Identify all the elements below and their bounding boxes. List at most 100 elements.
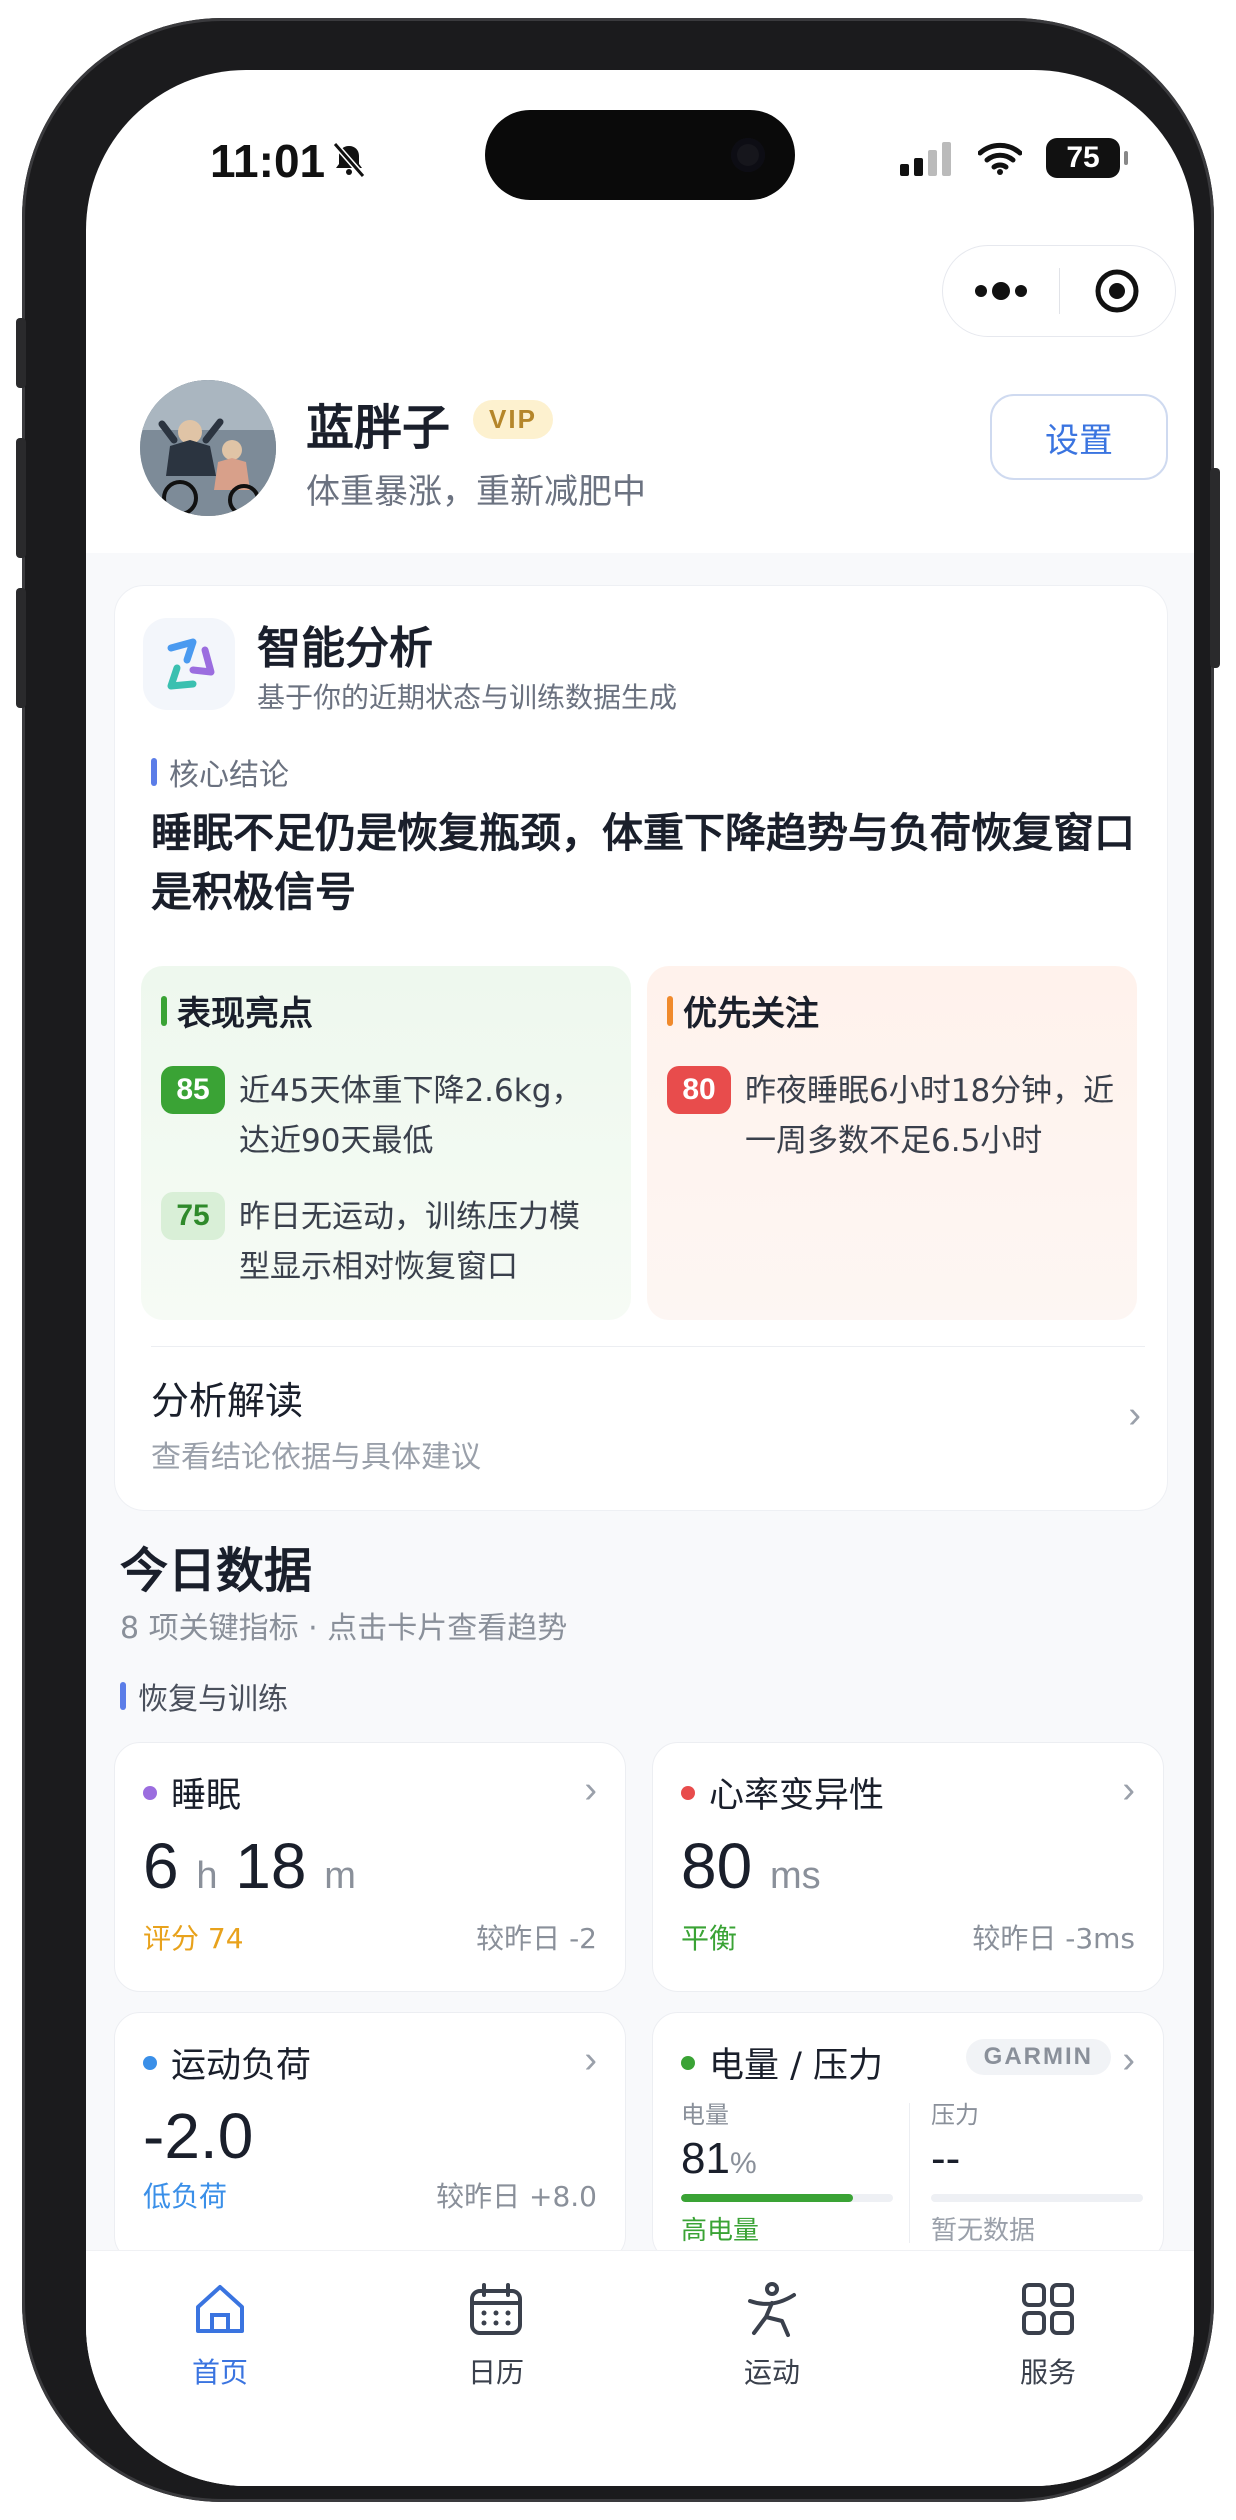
stress-bar <box>931 2194 1143 2202</box>
tab-exercise-label: 运动 <box>743 2356 800 2389</box>
score-badge: 85 <box>161 1066 225 1114</box>
highlights-accent-bar <box>161 995 167 1026</box>
focus-panel: 优先关注 80 昨夜睡眠6小时18分钟，近一周多数不足6.5小时 <box>647 966 1137 1320</box>
exercise-icon <box>748 2282 796 2337</box>
highlights-title: 表现亮点 <box>161 986 313 1035</box>
battery-indicator: 75 <box>1046 138 1128 178</box>
settings-button[interactable]: 设置 <box>990 394 1168 480</box>
chevron-right-icon: › <box>584 1769 597 1811</box>
group-label-text: 恢复与训练 <box>138 1682 288 1717</box>
hrv-title: 心率变异性 <box>681 1767 884 1818</box>
phone-frame: 11:01 75 蓝胖子 VIP 体重暴涨，重新减肥中 设置 智能分析 基于你的… <box>16 18 1220 2502</box>
more-dots-icon <box>974 282 1027 300</box>
wifi-icon <box>978 142 1022 175</box>
avatar-photo-icon <box>140 380 276 516</box>
tab-home-label: 首页 <box>191 2356 248 2389</box>
garmin-badge: GARMIN <box>965 2039 1111 2075</box>
focus-item: 80 昨夜睡眠6小时18分钟，近一周多数不足6.5小时 <box>667 1066 1115 1166</box>
load-value: -2.0 <box>143 2100 254 2172</box>
close-miniprogram-button[interactable] <box>1060 267 1176 315</box>
tab-services[interactable]: 服务 <box>978 2279 1118 2391</box>
card-divider <box>151 1346 1145 1347</box>
load-dot <box>143 2055 157 2070</box>
focus-accent-bar <box>667 995 673 1026</box>
hrv-value: 80 ms <box>681 1829 821 1903</box>
sleep-title: 睡眠 <box>143 1767 241 1818</box>
calendar-icon <box>470 2283 522 2335</box>
tab-calendar-label: 日历 <box>467 2356 524 2389</box>
vip-badge: VIP <box>473 400 553 439</box>
more-button[interactable] <box>943 281 1059 301</box>
interpretation-title: 分析解读 <box>151 1379 304 1423</box>
energy-stress-card[interactable]: 电量 / 压力 GARMIN › 电量 81% 高电量 压力 -- 暂无数据 <box>652 2012 1164 2262</box>
energy-title-text: 电量 / 压力 <box>709 2046 884 2086</box>
ai-title: 智能分析 <box>257 623 433 674</box>
bell-muted-icon <box>332 142 366 178</box>
sleep-value: 6 h 18 m <box>143 1829 356 1903</box>
load-compare: 较昨日 +8.0 <box>436 2180 597 2213</box>
screen: 11:01 75 蓝胖子 VIP 体重暴涨，重新减肥中 设置 智能分析 基于你的… <box>86 70 1194 2486</box>
tab-home[interactable]: 首页 <box>150 2279 290 2391</box>
sleep-compare: 较昨日 -2 <box>476 1922 597 1955</box>
today-title: 今日数据 <box>120 1543 313 1599</box>
tab-calendar[interactable]: 日历 <box>426 2279 566 2391</box>
miniprogram-capsule <box>942 245 1176 337</box>
target-close-icon <box>1095 269 1139 313</box>
ai-subtitle: 基于你的近期状态与训练数据生成 <box>257 681 678 714</box>
tab-bar: 首页 日历 运动 服务 <box>86 2250 1194 2486</box>
hrv-unit: ms <box>769 1855 821 1897</box>
signal-icon <box>900 142 951 176</box>
battery-unit: % <box>729 2147 757 2180</box>
score-badge: 75 <box>161 1192 225 1240</box>
profile-header: 蓝胖子 VIP 体重暴涨，重新减肥中 设置 <box>140 380 1168 520</box>
chevron-right-icon: › <box>1122 1769 1135 1811</box>
highlight-text: 近45天体重下降2.6kg，达近90天最低 <box>239 1073 583 1160</box>
sleep-minutes-unit: m <box>324 1855 356 1897</box>
profile-name: 蓝胖子 <box>306 400 451 456</box>
sleep-score: 评分 74 <box>143 1922 244 1955</box>
sleep-title-text: 睡眠 <box>171 1776 242 1816</box>
tab-exercise[interactable]: 运动 <box>702 2279 842 2391</box>
core-conclusion: 睡眠不足仍是恢复瓶颈，体重下降趋势与负荷恢复窗口是积极信号 <box>151 809 1135 917</box>
hrv-dot <box>681 1785 695 1800</box>
stress-status: 暂无数据 <box>931 2216 1036 2246</box>
load-card[interactable]: 运动负荷 › -2.0 低负荷 较昨日 +8.0 <box>114 2012 626 2262</box>
stress-column: 压力 -- 暂无数据 <box>931 2095 1143 2247</box>
battery-status: 高电量 <box>681 2216 760 2246</box>
highlights-title-text: 表现亮点 <box>177 994 313 1034</box>
battery-number: 81 <box>681 2134 730 2183</box>
hrv-title-text: 心率变异性 <box>709 1776 885 1816</box>
energy-title: 电量 / 压力 <box>681 2037 883 2088</box>
hrv-compare: 较昨日 -3ms <box>972 1922 1135 1955</box>
highlights-panel: 表现亮点 85 近45天体重下降2.6kg，达近90天最低 75 昨日无运动，训… <box>141 966 631 1320</box>
score-badge: 80 <box>667 1066 731 1114</box>
mute-switch <box>16 318 26 388</box>
battery-bar <box>681 2194 893 2202</box>
power-button <box>1210 468 1220 668</box>
stress-label: 压力 <box>931 2101 979 2129</box>
focus-text: 昨夜睡眠6小时18分钟，近一周多数不足6.5小时 <box>745 1073 1115 1160</box>
avatar[interactable] <box>140 380 276 516</box>
load-status: 低负荷 <box>143 2180 228 2213</box>
volume-up-button <box>16 438 26 558</box>
hrv-status: 平衡 <box>681 1922 738 1955</box>
label-accent-bar <box>151 758 157 786</box>
focus-title-text: 优先关注 <box>683 994 819 1034</box>
camera <box>731 138 765 172</box>
highlight-text: 昨日无运动，训练压力模型显示相对恢复窗口 <box>239 1199 580 1286</box>
chevron-right-icon: › <box>1122 2039 1135 2081</box>
focus-title: 优先关注 <box>667 986 819 1035</box>
battery-column: 电量 81% 高电量 <box>681 2095 893 2247</box>
hrv-card[interactable]: 心率变异性 › 80 ms 平衡 较昨日 -3ms <box>652 1742 1164 1992</box>
load-title: 运动负荷 <box>143 2037 311 2088</box>
today-subtitle: 8 项关键指标 · 点击卡片查看趋势 <box>120 1611 568 1646</box>
ai-analysis-card: 智能分析 基于你的近期状态与训练数据生成 核心结论 睡眠不足仍是恢复瓶颈，体重下… <box>114 585 1168 1511</box>
sleep-card[interactable]: 睡眠 › 6 h 18 m 评分 74 较昨日 -2 <box>114 1742 626 1992</box>
ai-logo-icon <box>143 618 235 710</box>
core-conclusion-text: 核心结论 <box>169 758 289 793</box>
column-divider <box>909 2103 910 2243</box>
battery-value: 81% <box>681 2134 893 2184</box>
highlight-item: 85 近45天体重下降2.6kg，达近90天最低 <box>161 1066 609 1166</box>
sleep-hours-unit: h <box>196 1855 218 1897</box>
battery-label: 电量 <box>681 2101 729 2129</box>
